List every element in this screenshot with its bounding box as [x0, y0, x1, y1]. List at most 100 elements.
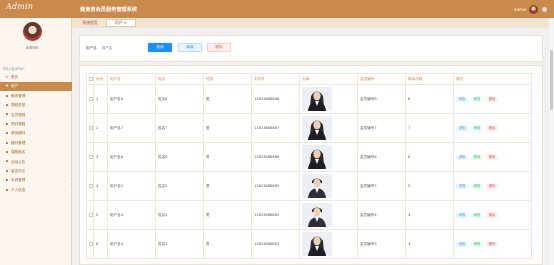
user-table: 序号 用户名 姓名 性别 手机号 头像 会员编号 剩余次数 操作 1 用户名8 姓名…	[86, 73, 532, 259]
cell-no: 3	[93, 142, 108, 172]
cell-phone: 13823888884	[251, 200, 300, 230]
add-button[interactable]: 新增	[178, 43, 202, 52]
cell-actions: 详情 修改 删除	[453, 142, 532, 172]
row-checkbox[interactable]	[86, 84, 94, 114]
row-checkbox[interactable]	[86, 142, 94, 172]
detail-button[interactable]: 详情	[456, 125, 468, 131]
search-panel: 用户名 查询 新增 删除	[79, 35, 543, 62]
scrollbar[interactable]	[549, 18, 554, 265]
cell-actions: 详情 修改 删除	[453, 200, 532, 230]
edit-button[interactable]: 修改	[471, 154, 483, 160]
tab-bar: 系统首页 用户 ×	[72, 18, 554, 28]
detail-button[interactable]: 详情	[456, 154, 468, 160]
col-actions: 操作	[453, 73, 532, 85]
scrollbar-thumb[interactable]	[550, 50, 553, 110]
select-all-checkbox[interactable]	[86, 73, 94, 85]
cell-remaining: 7	[405, 113, 454, 143]
detail-button[interactable]: 详情	[456, 96, 468, 102]
sidebar-avatar	[23, 22, 42, 41]
sidebar-item[interactable]: ▪ 预约课程	[0, 120, 72, 129]
row-delete-button[interactable]: 删除	[486, 96, 498, 102]
cell-name: 姓名4	[155, 200, 204, 230]
sidebar-item[interactable]: ⊙ 首页	[0, 73, 72, 82]
detail-button[interactable]: 详情	[456, 183, 468, 189]
sidebar-item[interactable]: ▪ 健身器材	[0, 129, 72, 138]
search-label: 用户名	[86, 46, 97, 50]
col-member-no: 会员编号	[357, 73, 406, 85]
row-checkbox[interactable]	[86, 171, 94, 201]
tab-user[interactable]: 用户 ×	[106, 19, 136, 27]
row-checkbox[interactable]	[86, 229, 94, 259]
edit-button[interactable]: 修改	[471, 96, 483, 102]
detail-button[interactable]: 详情	[456, 212, 468, 218]
cell-gender: 男	[203, 200, 252, 230]
cell-member-no: 会员编号8	[357, 84, 406, 114]
cell-phone: 13823888886	[251, 142, 300, 172]
col-name: 姓名	[155, 73, 204, 85]
row-checkbox[interactable]	[86, 200, 94, 230]
cell-no: 5	[93, 200, 108, 230]
delete-button[interactable]: 删除	[207, 43, 231, 52]
avatar[interactable]	[529, 5, 538, 14]
avatar-photo	[302, 115, 332, 141]
cell-name: 姓名5	[155, 171, 204, 201]
edit-button[interactable]: 修改	[471, 125, 483, 131]
table-body: 1 用户名8 姓名8 男 13823888888 会员编号8 8 详情 修改 删除 2 用户名7 姓名7…	[86, 84, 532, 259]
grid-icon: ▪	[5, 131, 9, 136]
top-bar: Admin 健身房会员服务管理系统 admin	[0, 0, 554, 18]
edit-button[interactable]: 修改	[471, 212, 483, 218]
cell-name: 姓名6	[155, 142, 204, 172]
row-delete-button[interactable]: 删除	[486, 241, 498, 247]
user-icon: ⚑	[5, 84, 9, 89]
search-input[interactable]	[102, 44, 142, 52]
table-panel: 序号 用户名 姓名 性别 手机号 头像 会员编号 剩余次数 操作 1 用户名8 姓名…	[79, 65, 543, 265]
sidebar-item[interactable]: ▪ 教练管理	[0, 92, 72, 101]
cell-phone: 13823888888	[251, 84, 300, 114]
sidebar-item[interactable]: ▪ 会员课程	[0, 111, 72, 120]
sidebar-item[interactable]: ▪ 个人信息 ⌄	[0, 186, 72, 195]
cell-gender: 男	[203, 84, 252, 114]
cell-phone: 13823888887	[251, 113, 300, 143]
settings-dot-icon[interactable]	[542, 7, 547, 12]
admin-label[interactable]: admin	[514, 7, 527, 12]
sidebar-item[interactable]: ▪ 课程报名	[0, 148, 72, 157]
sidebar-item[interactable]: ▪ 活动公告	[0, 158, 72, 167]
cell-actions: 详情 修改 删除	[453, 171, 532, 201]
cell-phone: 13823888885	[251, 171, 300, 201]
sidebar-item[interactable]: ▪ 系统管理 ⌄	[0, 176, 72, 185]
cell-avatar	[299, 142, 358, 172]
avatar-photo	[302, 173, 332, 199]
edit-button[interactable]: 修改	[471, 241, 483, 247]
sidebar-item[interactable]: ▪ 课程类型	[0, 101, 72, 110]
cell-gender: 男	[203, 229, 252, 259]
row-delete-button[interactable]: 删除	[486, 183, 498, 189]
grid-icon: ▪	[5, 187, 9, 192]
col-username: 用户名	[107, 73, 156, 85]
row-delete-button[interactable]: 删除	[486, 154, 498, 160]
detail-button[interactable]: 详情	[456, 241, 468, 247]
cell-no: 6	[93, 229, 108, 259]
tab-home[interactable]: 系统首页	[76, 19, 104, 27]
cell-gender: 男	[203, 142, 252, 172]
sidebar-item[interactable]: ▪ 留言评论	[0, 167, 72, 176]
table-row: 1 用户名8 姓名8 男 13823888888 会员编号8 8 详情 修改 删除	[86, 84, 532, 114]
sidebar-item[interactable]: ▪ 器材管理	[0, 139, 72, 148]
sidebar: admin Navigation ⊙ 首页 ⚑ 用户 ▪ 教练管理 ▪ 课程类型 ▪ 会员课程 ▪ 预…	[0, 18, 72, 265]
brand-logo[interactable]: Admin	[6, 2, 66, 14]
sidebar-item[interactable]: ⚑ 用户	[0, 82, 72, 92]
sidebar-item-label: 会员课程	[11, 112, 26, 117]
cell-avatar	[299, 113, 358, 143]
chevron-down-icon: ⌄	[62, 188, 66, 193]
sidebar-item-label: 预约课程	[11, 122, 26, 126]
row-delete-button[interactable]: 删除	[486, 212, 498, 218]
cell-actions: 详情 修改 删除	[453, 84, 532, 114]
edit-button[interactable]: 修改	[471, 183, 483, 189]
cell-remaining: 5	[405, 171, 454, 201]
row-checkbox[interactable]	[86, 113, 94, 143]
home-icon: ⊙	[5, 74, 9, 79]
row-delete-button[interactable]: 删除	[486, 125, 498, 131]
search-button[interactable]: 查询	[148, 43, 172, 52]
cell-username: 用户名5	[107, 171, 156, 201]
cell-member-no: 会员编号6	[357, 142, 406, 172]
sidebar-item-label: 首页	[11, 75, 19, 79]
